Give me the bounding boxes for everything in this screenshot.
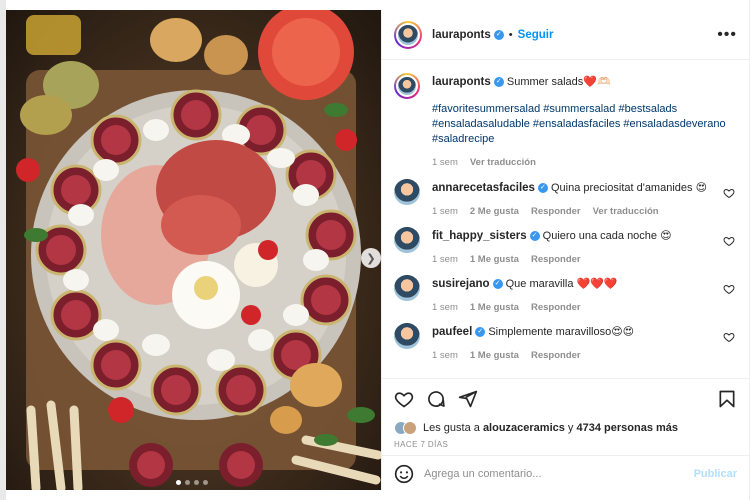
verified-badge-icon: ✓ (529, 231, 540, 242)
add-comment-bar: Publicar (382, 455, 750, 491)
heart-icon[interactable] (394, 389, 414, 409)
comment-time: 1 sem (432, 350, 458, 361)
heart-icon[interactable] (723, 283, 735, 295)
reply-button[interactable]: Responder (531, 348, 581, 363)
post-side-panel: lauraponts ✓ • Seguir ••• lauraponts ✓ Su… (381, 10, 750, 490)
caption-username[interactable]: lauraponts (432, 76, 491, 88)
comment-time: 1 sem (432, 206, 458, 217)
caption-row: lauraponts ✓ Summer salads❤️🫶🏻 #favorites… (394, 73, 739, 173)
carousel-dot (185, 480, 190, 485)
post-date: HACE 7 DÍAS (394, 440, 449, 449)
emoji-icon[interactable] (394, 464, 414, 484)
caption-time: 1 sem (432, 157, 458, 168)
see-translation-link[interactable]: Ver traducción (470, 155, 536, 170)
commenter-avatar[interactable] (394, 227, 420, 253)
comment-text: Quina preciositat d'amanides 😍 (551, 182, 708, 194)
comment-row: paufeel ✓ Simplemente maravilloso😍😍 1 sem… (394, 323, 739, 365)
likes-count[interactable]: 4734 personas más (577, 422, 679, 434)
verified-badge-icon: ✓ (475, 327, 486, 338)
likes-middle: y (564, 422, 577, 434)
more-icon[interactable]: ••• (717, 26, 737, 44)
reply-button[interactable]: Responder (531, 252, 581, 267)
post-header: lauraponts ✓ • Seguir ••• (382, 10, 750, 60)
commenter-avatar[interactable] (394, 323, 420, 349)
comment-row: susirejano ✓ Que maravilla ❤️❤️❤️ 1 sem 1… (394, 275, 739, 317)
commenter-username[interactable]: fit_happy_sisters (432, 230, 527, 242)
salad-platter-illustration (16, 10, 381, 490)
heart-icon[interactable] (723, 187, 735, 199)
post-actions-bar: Les gusta a alouzaceramics y 4734 person… (382, 378, 750, 490)
verified-badge-icon: ✓ (493, 29, 504, 40)
likes-prefix: Les gusta a (423, 422, 483, 434)
comment-text: Simplemente maravilloso😍😍 (488, 326, 635, 338)
reply-button[interactable]: Responder (531, 204, 581, 219)
commenter-username[interactable]: paufeel (432, 326, 472, 338)
comment-text: Quiero una cada noche 😍 (542, 230, 672, 242)
author-avatar[interactable] (394, 20, 422, 49)
bookmark-icon[interactable] (717, 389, 737, 409)
comment-row: annarecetasfaciles ✓ Quina preciositat d'… (394, 179, 739, 221)
instagram-post-modal: ❯ lauraponts ✓ • Seguir ••• lauraponts ✓ … (0, 0, 750, 500)
carousel-dots (176, 480, 208, 485)
verified-badge-icon: ✓ (493, 77, 504, 88)
commenter-avatar[interactable] (394, 179, 420, 205)
comments-scroll-area[interactable]: lauraponts ✓ Summer salads❤️🫶🏻 #favorites… (382, 61, 750, 378)
carousel-next-button[interactable]: ❯ (361, 248, 381, 268)
comment-input[interactable] (424, 467, 689, 480)
caption-hashtags[interactable]: #favoritesummersalad #summersalad #bests… (432, 102, 727, 147)
likes-summary[interactable]: Les gusta a alouzaceramics y 4734 person… (394, 421, 678, 435)
see-translation-link[interactable]: Ver traducción (593, 204, 659, 219)
carousel-dot (176, 480, 181, 485)
heart-icon[interactable] (723, 331, 735, 343)
post-photo[interactable]: ❯ (6, 10, 381, 490)
commenter-username[interactable]: susirejano (432, 278, 490, 290)
comment-likes-link[interactable]: 1 Me gusta (470, 252, 519, 267)
caption-text: Summer salads❤️🫶🏻 (506, 76, 611, 88)
reply-button[interactable]: Responder (531, 300, 581, 315)
heart-icon[interactable] (723, 235, 735, 247)
carousel-dot (203, 480, 208, 485)
comment-time: 1 sem (432, 302, 458, 313)
carousel-dot (194, 480, 199, 485)
publish-button[interactable]: Publicar (694, 468, 737, 480)
comment-likes-link[interactable]: 2 Me gusta (470, 204, 519, 219)
commenter-avatar[interactable] (394, 275, 420, 301)
likes-user[interactable]: alouzaceramics (483, 422, 565, 434)
share-icon[interactable] (458, 389, 478, 409)
chevron-right-icon: ❯ (366, 252, 376, 265)
comment-text: Que maravilla ❤️❤️❤️ (505, 278, 618, 290)
commenter-username[interactable]: annarecetasfaciles (432, 182, 535, 194)
comment-time: 1 sem (432, 254, 458, 265)
author-username[interactable]: lauraponts (432, 29, 491, 41)
author-avatar[interactable] (394, 73, 420, 99)
verified-badge-icon: ✓ (537, 183, 548, 194)
comment-icon[interactable] (426, 389, 446, 409)
verified-badge-icon: ✓ (492, 279, 503, 290)
comment-likes-link[interactable]: 1 Me gusta (470, 348, 519, 363)
follow-button[interactable]: Seguir (518, 29, 554, 41)
liker-avatar (403, 421, 417, 435)
separator-dot: • (508, 28, 513, 41)
comment-row: fit_happy_sisters ✓ Quiero una cada noche… (394, 227, 739, 269)
comment-likes-link[interactable]: 1 Me gusta (470, 300, 519, 315)
